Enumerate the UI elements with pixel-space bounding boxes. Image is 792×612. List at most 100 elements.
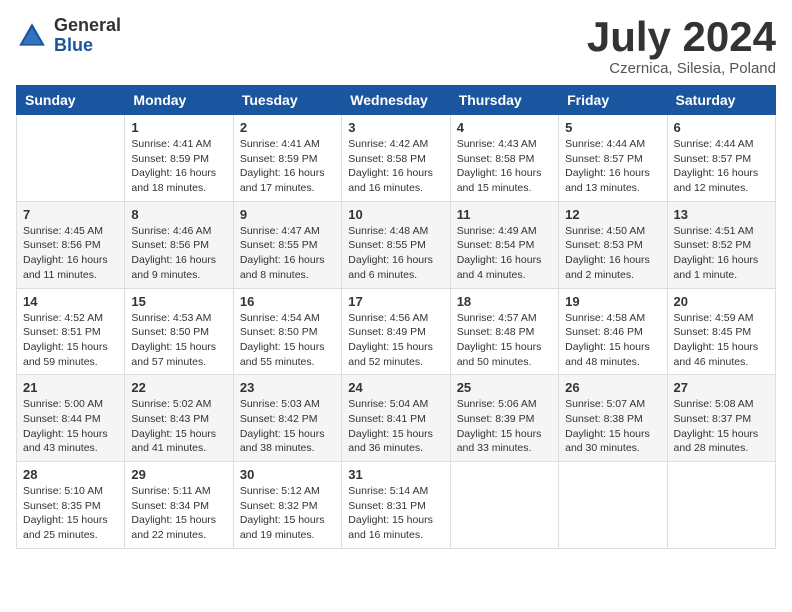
day-info: Sunrise: 4:50 AM Sunset: 8:53 PM Dayligh… bbox=[565, 224, 660, 283]
day-info: Sunrise: 4:41 AM Sunset: 8:59 PM Dayligh… bbox=[131, 137, 226, 196]
day-number: 15 bbox=[131, 294, 226, 309]
day-number: 6 bbox=[674, 120, 769, 135]
calendar-cell: 12 Sunrise: 4:50 AM Sunset: 8:53 PM Dayli… bbox=[559, 201, 667, 288]
day-info: Sunrise: 4:57 AM Sunset: 8:48 PM Dayligh… bbox=[457, 311, 552, 370]
day-info: Sunrise: 4:49 AM Sunset: 8:54 PM Dayligh… bbox=[457, 224, 552, 283]
calendar-cell: 31Sunrise: 5:14 AM Sunset: 8:31 PM Dayli… bbox=[342, 462, 450, 549]
day-info: Sunrise: 4:43 AM Sunset: 8:58 PM Dayligh… bbox=[457, 137, 552, 196]
day-info: Sunrise: 4:45 AM Sunset: 8:56 PM Dayligh… bbox=[23, 224, 118, 283]
calendar-cell: 13Sunrise: 4:51 AM Sunset: 8:52 PM Dayli… bbox=[667, 201, 775, 288]
day-info: Sunrise: 5:03 AM Sunset: 8:42 PM Dayligh… bbox=[240, 397, 335, 456]
day-number: 20 bbox=[674, 294, 769, 309]
calendar-cell: 4 Sunrise: 4:43 AM Sunset: 8:58 PM Daylig… bbox=[450, 115, 558, 202]
calendar-cell: 5 Sunrise: 4:44 AM Sunset: 8:57 PM Daylig… bbox=[559, 115, 667, 202]
day-info: Sunrise: 4:42 AM Sunset: 8:58 PM Dayligh… bbox=[348, 137, 443, 196]
day-info: Sunrise: 5:04 AM Sunset: 8:41 PM Dayligh… bbox=[348, 397, 443, 456]
day-number: 8 bbox=[131, 207, 226, 222]
header-wednesday: Wednesday bbox=[342, 86, 450, 115]
calendar-cell: 14Sunrise: 4:52 AM Sunset: 8:51 PM Dayli… bbox=[17, 288, 125, 375]
day-info: Sunrise: 4:59 AM Sunset: 8:45 PM Dayligh… bbox=[674, 311, 769, 370]
day-info: Sunrise: 5:11 AM Sunset: 8:34 PM Dayligh… bbox=[131, 484, 226, 543]
calendar-cell: 25 Sunrise: 5:06 AM Sunset: 8:39 PM Dayli… bbox=[450, 375, 558, 462]
logo-text: General Blue bbox=[54, 16, 121, 56]
header-monday: Monday bbox=[125, 86, 233, 115]
calendar-cell: 11 Sunrise: 4:49 AM Sunset: 8:54 PM Dayli… bbox=[450, 201, 558, 288]
day-number: 3 bbox=[348, 120, 443, 135]
logo: General Blue bbox=[16, 16, 121, 56]
day-number: 5 bbox=[565, 120, 660, 135]
calendar-cell bbox=[17, 115, 125, 202]
day-number: 11 bbox=[457, 207, 552, 222]
day-number: 1 bbox=[131, 120, 226, 135]
week-row-3: 14Sunrise: 4:52 AM Sunset: 8:51 PM Dayli… bbox=[17, 288, 776, 375]
week-row-5: 28 Sunrise: 5:10 AM Sunset: 8:35 PM Dayli… bbox=[17, 462, 776, 549]
calendar-cell: 18Sunrise: 4:57 AM Sunset: 8:48 PM Dayli… bbox=[450, 288, 558, 375]
month-year-title: July 2024 bbox=[587, 16, 776, 58]
page-header: General Blue July 2024 Czernica, Silesia… bbox=[16, 16, 776, 77]
calendar-cell: 28 Sunrise: 5:10 AM Sunset: 8:35 PM Dayli… bbox=[17, 462, 125, 549]
day-number: 24 bbox=[348, 380, 443, 395]
calendar-cell: 7 Sunrise: 4:45 AM Sunset: 8:56 PM Daylig… bbox=[17, 201, 125, 288]
day-info: Sunrise: 4:58 AM Sunset: 8:46 PM Dayligh… bbox=[565, 311, 660, 370]
day-info: Sunrise: 4:48 AM Sunset: 8:55 PM Dayligh… bbox=[348, 224, 443, 283]
day-info: Sunrise: 4:53 AM Sunset: 8:50 PM Dayligh… bbox=[131, 311, 226, 370]
header-thursday: Thursday bbox=[450, 86, 558, 115]
logo-blue-text: Blue bbox=[54, 36, 121, 56]
day-number: 25 bbox=[457, 380, 552, 395]
week-row-1: 1 Sunrise: 4:41 AM Sunset: 8:59 PM Daylig… bbox=[17, 115, 776, 202]
header-friday: Friday bbox=[559, 86, 667, 115]
day-number: 30 bbox=[240, 467, 335, 482]
location-text: Czernica, Silesia, Poland bbox=[587, 60, 776, 77]
header-row: SundayMondayTuesdayWednesdayThursdayFrid… bbox=[17, 86, 776, 115]
calendar-cell: 15 Sunrise: 4:53 AM Sunset: 8:50 PM Dayli… bbox=[125, 288, 233, 375]
day-number: 19 bbox=[565, 294, 660, 309]
day-info: Sunrise: 5:08 AM Sunset: 8:37 PM Dayligh… bbox=[674, 397, 769, 456]
title-block: July 2024 Czernica, Silesia, Poland bbox=[587, 16, 776, 77]
logo-icon bbox=[16, 20, 48, 52]
day-number: 7 bbox=[23, 207, 118, 222]
calendar-cell: 8 Sunrise: 4:46 AM Sunset: 8:56 PM Daylig… bbox=[125, 201, 233, 288]
day-number: 27 bbox=[674, 380, 769, 395]
day-number: 23 bbox=[240, 380, 335, 395]
day-info: Sunrise: 4:44 AM Sunset: 8:57 PM Dayligh… bbox=[565, 137, 660, 196]
day-number: 10 bbox=[348, 207, 443, 222]
calendar-cell: 26 Sunrise: 5:07 AM Sunset: 8:38 PM Dayli… bbox=[559, 375, 667, 462]
day-number: 31 bbox=[348, 467, 443, 482]
day-number: 14 bbox=[23, 294, 118, 309]
day-info: Sunrise: 5:07 AM Sunset: 8:38 PM Dayligh… bbox=[565, 397, 660, 456]
day-number: 26 bbox=[565, 380, 660, 395]
day-info: Sunrise: 4:54 AM Sunset: 8:50 PM Dayligh… bbox=[240, 311, 335, 370]
calendar-cell: 9Sunrise: 4:47 AM Sunset: 8:55 PM Daylig… bbox=[233, 201, 341, 288]
calendar-cell bbox=[559, 462, 667, 549]
calendar-cell: 22 Sunrise: 5:02 AM Sunset: 8:43 PM Dayli… bbox=[125, 375, 233, 462]
day-number: 17 bbox=[348, 294, 443, 309]
day-info: Sunrise: 5:10 AM Sunset: 8:35 PM Dayligh… bbox=[23, 484, 118, 543]
day-number: 28 bbox=[23, 467, 118, 482]
day-number: 22 bbox=[131, 380, 226, 395]
day-info: Sunrise: 4:46 AM Sunset: 8:56 PM Dayligh… bbox=[131, 224, 226, 283]
calendar-cell: 27 Sunrise: 5:08 AM Sunset: 8:37 PM Dayli… bbox=[667, 375, 775, 462]
calendar-cell: 29Sunrise: 5:11 AM Sunset: 8:34 PM Dayli… bbox=[125, 462, 233, 549]
day-number: 16 bbox=[240, 294, 335, 309]
calendar-cell: 17Sunrise: 4:56 AM Sunset: 8:49 PM Dayli… bbox=[342, 288, 450, 375]
day-info: Sunrise: 5:02 AM Sunset: 8:43 PM Dayligh… bbox=[131, 397, 226, 456]
day-number: 4 bbox=[457, 120, 552, 135]
day-number: 21 bbox=[23, 380, 118, 395]
week-row-4: 21 Sunrise: 5:00 AM Sunset: 8:44 PM Dayli… bbox=[17, 375, 776, 462]
day-info: Sunrise: 5:12 AM Sunset: 8:32 PM Dayligh… bbox=[240, 484, 335, 543]
day-number: 2 bbox=[240, 120, 335, 135]
header-saturday: Saturday bbox=[667, 86, 775, 115]
calendar-cell: 30 Sunrise: 5:12 AM Sunset: 8:32 PM Dayli… bbox=[233, 462, 341, 549]
calendar-cell: 10 Sunrise: 4:48 AM Sunset: 8:55 PM Dayli… bbox=[342, 201, 450, 288]
calendar-cell: 24 Sunrise: 5:04 AM Sunset: 8:41 PM Dayli… bbox=[342, 375, 450, 462]
header-tuesday: Tuesday bbox=[233, 86, 341, 115]
calendar-cell: 19 Sunrise: 4:58 AM Sunset: 8:46 PM Dayli… bbox=[559, 288, 667, 375]
day-info: Sunrise: 5:00 AM Sunset: 8:44 PM Dayligh… bbox=[23, 397, 118, 456]
day-number: 12 bbox=[565, 207, 660, 222]
day-number: 13 bbox=[674, 207, 769, 222]
day-info: Sunrise: 5:06 AM Sunset: 8:39 PM Dayligh… bbox=[457, 397, 552, 456]
calendar-cell: 20 Sunrise: 4:59 AM Sunset: 8:45 PM Dayli… bbox=[667, 288, 775, 375]
week-row-2: 7 Sunrise: 4:45 AM Sunset: 8:56 PM Daylig… bbox=[17, 201, 776, 288]
calendar-cell: 21 Sunrise: 5:00 AM Sunset: 8:44 PM Dayli… bbox=[17, 375, 125, 462]
calendar-cell: 16 Sunrise: 4:54 AM Sunset: 8:50 PM Dayli… bbox=[233, 288, 341, 375]
